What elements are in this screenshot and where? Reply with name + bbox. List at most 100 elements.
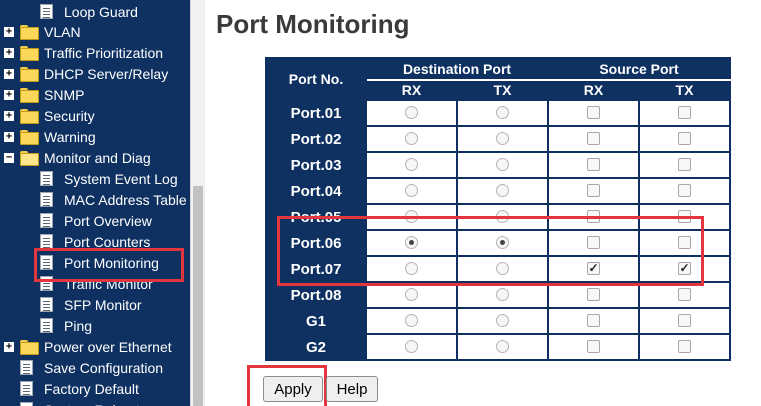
src-tx-checkbox[interactable] — [678, 314, 691, 328]
dest-rx-radio-cell — [365, 99, 458, 127]
collapse-icon[interactable]: − — [4, 152, 14, 163]
folder-icon — [20, 67, 39, 82]
sidebar-item-power-over-ethernet[interactable]: + Power over Ethernet — [0, 336, 190, 357]
src-rx-checkbox-cell — [547, 333, 640, 361]
src-rx-checkbox-cell — [547, 151, 640, 179]
src-tx-checkbox-cell — [638, 333, 731, 361]
expand-icon[interactable]: + — [4, 26, 14, 37]
folder-open-icon — [20, 151, 39, 166]
src-tx-checkbox[interactable] — [678, 106, 691, 120]
src-tx-checkbox[interactable] — [678, 132, 691, 146]
sidebar-item-label: DHCP Server/Relay — [44, 65, 169, 82]
src-rx-checkbox[interactable] — [587, 158, 600, 172]
src-tx-checkbox[interactable] — [678, 288, 691, 302]
sidebar-item-factory-default[interactable]: Factory Default — [0, 378, 190, 399]
dest-rx-radio[interactable] — [405, 340, 418, 354]
dest-rx-radio[interactable] — [405, 106, 418, 120]
page-icon — [20, 360, 33, 375]
sidebar-item-snmp[interactable]: + SNMP — [0, 84, 190, 105]
sidebar-item-system-event-log[interactable]: System Event Log — [0, 168, 190, 189]
dest-tx-header: TX — [456, 79, 549, 101]
dest-tx-radio[interactable] — [496, 314, 509, 328]
sidebar-item-monitor-and-diag[interactable]: − Monitor and Diag — [0, 147, 190, 168]
src-tx-checkbox[interactable] — [678, 340, 691, 354]
sidebar-item-loop-guard[interactable]: Loop Guard — [0, 1, 190, 22]
source-port-header: Source Port — [547, 57, 731, 81]
src-tx-checkbox-cell — [638, 177, 731, 205]
dest-rx-radio-cell — [365, 307, 458, 335]
src-tx-checkbox[interactable] — [678, 184, 691, 198]
table-row: Port.04 — [265, 177, 731, 205]
dest-rx-radio-cell — [365, 177, 458, 205]
src-tx-checkbox[interactable] — [678, 158, 691, 172]
sidebar-item-traffic-prioritization[interactable]: + Traffic Prioritization — [0, 42, 190, 63]
table-row: G1 — [265, 307, 731, 335]
dest-tx-radio[interactable] — [496, 340, 509, 354]
table-row: Port.02 — [265, 125, 731, 153]
page-icon — [20, 381, 33, 396]
table-row: Port.03 — [265, 151, 731, 179]
page-icon — [40, 171, 53, 186]
dest-rx-radio[interactable] — [405, 132, 418, 146]
sidebar-item-label: Factory Default — [44, 380, 139, 397]
expand-icon[interactable]: + — [4, 341, 14, 352]
port-monitoring-table: Port No. Destination Port Source Port RX… — [265, 57, 731, 361]
sidebar-item-warning[interactable]: + Warning — [0, 126, 190, 147]
folder-icon — [20, 25, 39, 40]
src-rx-checkbox[interactable] — [587, 340, 600, 354]
expand-icon[interactable]: + — [4, 47, 14, 58]
src-rx-checkbox[interactable] — [587, 106, 600, 120]
folder-icon — [20, 130, 39, 145]
help-button[interactable]: Help — [326, 376, 378, 402]
dest-tx-radio[interactable] — [496, 106, 509, 120]
sidebar-item-label: Save Configuration — [44, 359, 164, 376]
sidebar-item-port-overview[interactable]: Port Overview — [0, 210, 190, 231]
folder-icon — [20, 46, 39, 61]
src-rx-checkbox[interactable] — [587, 314, 600, 328]
expand-icon[interactable]: + — [4, 110, 14, 121]
sidebar-item-mac-address-table[interactable]: MAC Address Table — [0, 189, 190, 210]
dest-tx-radio-cell — [456, 333, 549, 361]
dest-rx-radio[interactable] — [405, 314, 418, 328]
dest-tx-radio[interactable] — [496, 158, 509, 172]
sidebar-item-sfp-monitor[interactable]: SFP Monitor — [0, 294, 190, 315]
sidebar-item-label: System Event Log — [64, 170, 178, 187]
sidebar-item-label: Loop Guard — [64, 3, 138, 20]
src-rx-checkbox[interactable] — [587, 184, 600, 198]
dest-rx-radio[interactable] — [405, 288, 418, 302]
sidebar-nav: Loop Guard + VLAN + Traffic Prioritization + D… — [0, 0, 190, 406]
src-rx-checkbox[interactable] — [587, 288, 600, 302]
sidebar-item-label: SFP Monitor — [64, 296, 142, 313]
sidebar-item-security[interactable]: + Security — [0, 105, 190, 126]
dest-tx-radio[interactable] — [496, 132, 509, 146]
dest-rx-radio[interactable] — [405, 158, 418, 172]
sidebar-item-dhcp-server-relay[interactable]: + DHCP Server/Relay — [0, 63, 190, 84]
expand-icon[interactable]: + — [4, 89, 14, 100]
port-label: G1 — [265, 307, 367, 335]
folder-icon — [20, 88, 39, 103]
port-label: Port.04 — [265, 177, 367, 205]
apply-button[interactable]: Apply — [263, 376, 323, 402]
sidebar-item-system-reboot[interactable]: System Reboot — [0, 399, 190, 406]
port-label: G2 — [265, 333, 367, 361]
src-rx-checkbox-cell — [547, 99, 640, 127]
dest-tx-radio[interactable] — [496, 184, 509, 198]
src-rx-checkbox[interactable] — [587, 132, 600, 146]
sidebar-item-save-configuration[interactable]: Save Configuration — [0, 357, 190, 378]
main-content: Port Monitoring Port No. Destination Por… — [205, 0, 761, 406]
folder-icon — [20, 340, 39, 355]
sidebar-item-ping[interactable]: Ping — [0, 315, 190, 336]
dest-tx-radio-cell — [456, 177, 549, 205]
sidebar-item-vlan[interactable]: + VLAN — [0, 21, 190, 42]
dest-rx-radio-cell — [365, 333, 458, 361]
expand-icon[interactable]: + — [4, 68, 14, 79]
dest-rx-radio[interactable] — [405, 184, 418, 198]
sidebar-scrollbar[interactable] — [190, 0, 205, 406]
expand-icon[interactable]: + — [4, 131, 14, 142]
sidebar-item-label: Power over Ethernet — [44, 338, 172, 355]
src-tx-checkbox-cell — [638, 307, 731, 335]
scrollbar-thumb[interactable] — [193, 186, 203, 406]
dest-rx-radio-cell — [365, 151, 458, 179]
dest-tx-radio[interactable] — [496, 288, 509, 302]
page-icon — [40, 4, 53, 19]
